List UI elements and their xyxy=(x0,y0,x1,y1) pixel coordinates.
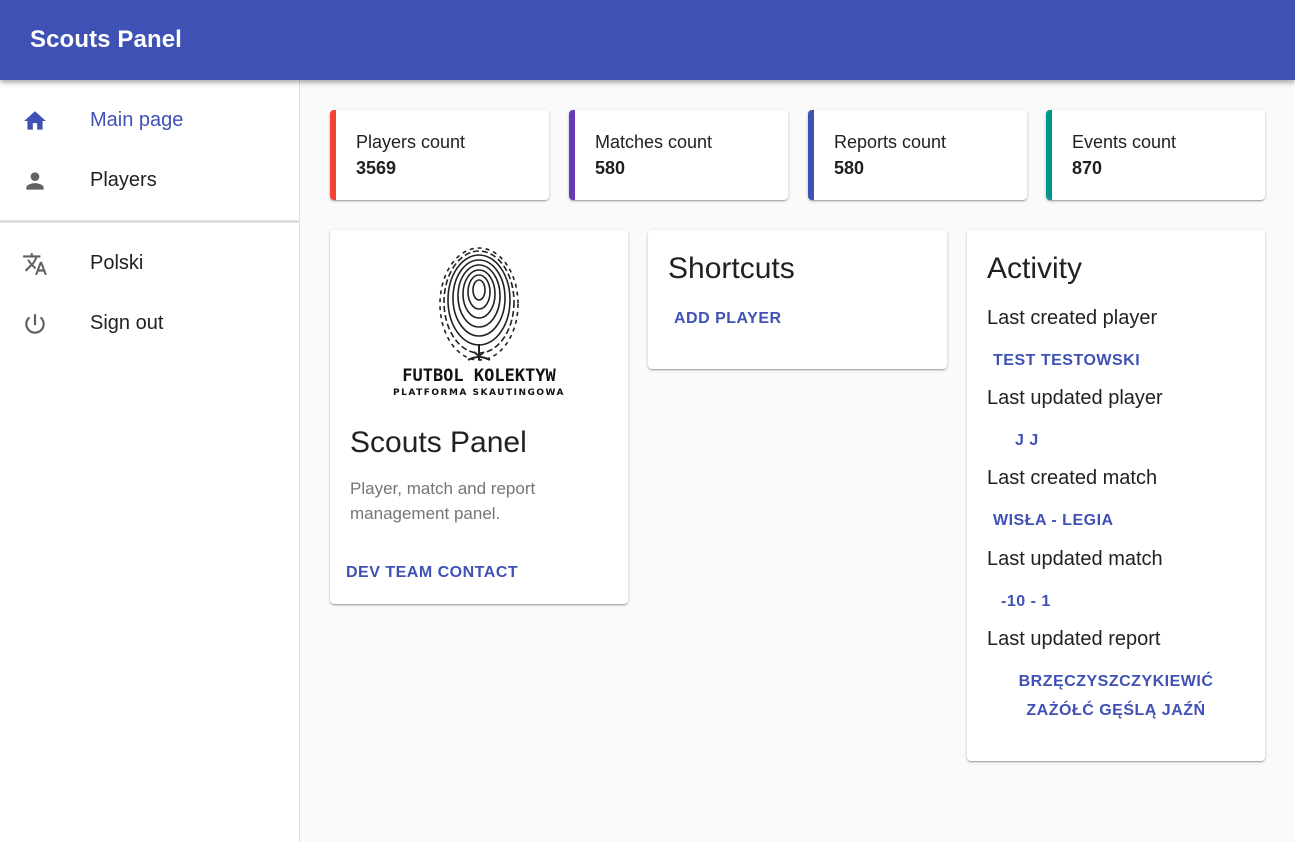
about-title: Scouts Panel xyxy=(350,426,527,459)
stat-card-events: Events count 870 xyxy=(1046,110,1265,200)
stat-accent-bar xyxy=(808,110,814,200)
last-updated-report-label: Last updated report xyxy=(987,628,1161,650)
person-icon xyxy=(22,168,48,194)
sidebar-item-label: Polski xyxy=(90,251,144,274)
stat-label: Events count xyxy=(1072,132,1177,152)
stat-label: Players count xyxy=(356,132,466,152)
sidebar-divider xyxy=(0,220,299,223)
home-icon xyxy=(22,108,48,134)
sidebar-item-sign-out[interactable]: Sign out xyxy=(0,293,299,353)
stat-value: 580 xyxy=(595,158,626,178)
stat-card-players: Players count 3569 xyxy=(330,110,549,200)
about-description: Player, match and report management pane… xyxy=(350,479,536,523)
translate-icon xyxy=(22,251,48,277)
last-created-player-link[interactable]: TEST TESTOWSKI xyxy=(993,346,1140,375)
dev-team-contact-button[interactable]: DEV TEAM CONTACT xyxy=(346,564,518,582)
sidebar-item-label: Sign out xyxy=(90,311,164,334)
app-bar: Scouts Panel xyxy=(0,0,1295,80)
logo-subtext: PLATFORMA SKAUTINGOWA xyxy=(393,388,565,398)
power-icon xyxy=(22,311,48,337)
app-title: Scouts Panel xyxy=(30,26,182,53)
last-created-match-link[interactable]: WISŁA - LEGIA xyxy=(993,506,1114,535)
stat-label: Matches count xyxy=(595,132,713,152)
stat-accent-bar xyxy=(1046,110,1052,200)
shortcuts-card: Shortcuts ADD PLAYER xyxy=(648,230,947,369)
stat-accent-bar xyxy=(330,110,336,200)
sidebar-item-language[interactable]: Polski xyxy=(0,233,299,293)
activity-title: Activity xyxy=(987,252,1083,285)
sidebar: Main page Players Polski Sign out xyxy=(0,80,300,842)
add-player-button[interactable]: ADD PLAYER xyxy=(674,310,782,328)
last-updated-player-label: Last updated player xyxy=(987,387,1163,409)
last-created-player-label: Last created player xyxy=(987,307,1158,329)
stat-value: 580 xyxy=(834,158,865,178)
about-card: FUTBOL KOLEKTYW PLATFORMA SKAUTINGOWA Sc… xyxy=(330,230,628,604)
sidebar-item-label: Players xyxy=(90,168,157,191)
stat-value: 870 xyxy=(1072,158,1103,178)
sidebar-item-label: Main page xyxy=(90,108,184,131)
activity-card: Activity Last created player TEST TESTOW… xyxy=(967,230,1265,761)
logo-text: FUTBOL KOLEKTYW xyxy=(402,366,556,386)
stat-accent-bar xyxy=(569,110,575,200)
last-updated-match-label: Last updated match xyxy=(987,548,1163,570)
last-updated-match-link[interactable]: -10 - 1 xyxy=(1001,587,1051,616)
sidebar-item-players[interactable]: Players xyxy=(0,150,299,210)
stat-label: Reports count xyxy=(834,132,947,152)
fingerprint-logo: FUTBOL KOLEKTYW PLATFORMA SKAUTINGOWA xyxy=(393,247,565,398)
last-created-match-label: Last created match xyxy=(987,467,1158,489)
last-updated-report-link[interactable]: BRZĘCZYSZCZYKIEWIĆ ZAŻÓŁĆ GĘŚLĄ JAŹŃ xyxy=(987,667,1245,725)
sidebar-item-main-page[interactable]: Main page xyxy=(0,90,299,150)
last-updated-player-link[interactable]: J J xyxy=(1015,426,1039,455)
stat-value: 3569 xyxy=(356,158,397,178)
shortcuts-title: Shortcuts xyxy=(668,252,795,285)
stat-card-reports: Reports count 580 xyxy=(808,110,1027,200)
stat-card-matches: Matches count 580 xyxy=(569,110,788,200)
